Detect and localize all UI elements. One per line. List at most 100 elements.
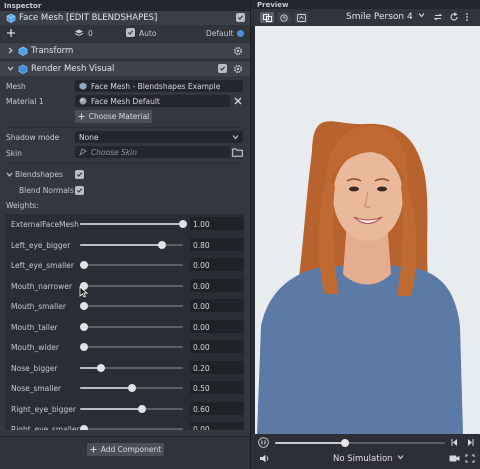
reset-icon[interactable]: [449, 12, 459, 22]
speaker-icon[interactable]: [259, 454, 270, 463]
weight-value-field[interactable]: 1.00: [190, 217, 244, 230]
weight-slider-knob[interactable]: [80, 322, 88, 331]
weight-slider[interactable]: [80, 261, 183, 269]
weight-slider[interactable]: [80, 220, 187, 228]
clock-icon[interactable]: [277, 12, 291, 23]
weight-value-field[interactable]: 0.80: [190, 237, 244, 251]
weight-slider-knob[interactable]: [80, 302, 88, 310]
weight-value-field[interactable]: 0.00: [190, 299, 244, 312]
chevron-down-icon: [232, 134, 239, 140]
folder-icon[interactable]: [232, 148, 243, 157]
more-options-icon[interactable]: [465, 12, 469, 22]
blend-normals-checkbox[interactable]: [75, 186, 84, 195]
plus-icon: [78, 113, 85, 120]
divider: [6, 163, 244, 164]
skin-field[interactable]: Choose Skin: [75, 146, 230, 158]
weight-value-field[interactable]: 0.00: [190, 319, 244, 333]
playback-knob[interactable]: [340, 439, 349, 447]
auto-checkbox[interactable]: [126, 28, 135, 37]
chevron-down-icon[interactable]: [6, 171, 13, 178]
weight-slider-knob[interactable]: [80, 343, 88, 351]
add-component-button[interactable]: Add Component: [87, 443, 164, 456]
weight-slider[interactable]: [80, 425, 183, 430]
close-icon[interactable]: [234, 97, 242, 105]
blendshapes-checkbox[interactable]: [75, 170, 84, 179]
material-label: Material 1: [6, 97, 44, 106]
swap-icon[interactable]: [433, 12, 443, 22]
weight-slider[interactable]: [80, 363, 183, 372]
camera-icon[interactable]: [449, 454, 460, 463]
weight-name: Right_eye_bigger: [11, 404, 76, 414]
default-indicator-dot[interactable]: [237, 30, 244, 37]
object-row: Face Mesh [EDIT BLENDSHAPES]: [0, 11, 250, 25]
weight-slider[interactable]: [80, 281, 183, 290]
weight-value-field[interactable]: 0.00: [190, 422, 244, 430]
weight-slider-knob[interactable]: [80, 261, 88, 269]
weight-name: Mouth_taller: [11, 322, 58, 332]
inspector-toolbar: 0 Auto Default: [0, 25, 250, 41]
plus-icon[interactable]: [6, 28, 16, 38]
object-name[interactable]: Face Mesh [EDIT BLENDSHAPES]: [19, 13, 157, 23]
material-field[interactable]: Face Mesh Default: [75, 95, 230, 107]
person-select[interactable]: Smile Person 4: [346, 12, 425, 22]
cube-icon: [6, 13, 16, 23]
mesh-field[interactable]: Face Mesh - Blendshapes Example: [75, 80, 243, 92]
pause-icon[interactable]: [258, 437, 269, 448]
render-mesh-section-header[interactable]: Render Mesh Visual: [0, 60, 250, 76]
inspector-title: Inspector: [0, 0, 250, 11]
fullscreen-icon[interactable]: [465, 454, 475, 463]
preview-panel: Preview Smile Person 4 No Simulation: [250, 0, 480, 469]
transform-icon: [18, 46, 28, 56]
device-icon[interactable]: [294, 12, 308, 23]
weight-slider-knob[interactable]: [96, 363, 105, 372]
shadow-mode-select[interactable]: None: [75, 131, 243, 143]
weight-slider[interactable]: [80, 240, 183, 249]
weight-slider-knob[interactable]: [137, 404, 146, 413]
preview-mode-icon[interactable]: [260, 12, 274, 23]
weight-row: Nose_bigger 0.20: [5, 358, 244, 379]
weight-slider[interactable]: [80, 322, 183, 331]
chevron-down-icon: [397, 454, 404, 460]
weight-slider-fill: [80, 407, 142, 410]
step-back-icon[interactable]: [450, 438, 460, 447]
weight-name: Nose_bigger: [11, 363, 58, 373]
weight-value-field[interactable]: 0.00: [190, 258, 244, 271]
gear-icon[interactable]: [233, 46, 243, 56]
weight-slider-knob[interactable]: [179, 220, 187, 228]
weight-slider[interactable]: [80, 404, 183, 413]
default-label: Default: [206, 29, 234, 38]
chevron-down-icon[interactable]: [7, 65, 14, 72]
choose-material-button[interactable]: Choose Material: [75, 110, 152, 123]
weight-value-field[interactable]: 0.50: [190, 381, 244, 394]
preview-viewport[interactable]: [255, 26, 480, 434]
weight-slider[interactable]: [80, 343, 183, 351]
preview-title: Preview: [251, 0, 480, 9]
transform-section-header[interactable]: Transform: [0, 42, 250, 58]
blendshapes-label: Blendshapes: [15, 170, 63, 179]
chevron-down-icon: [418, 12, 425, 18]
material-value: Face Mesh Default: [91, 97, 160, 106]
step-forward-icon[interactable]: [465, 438, 475, 447]
weight-row: Mouth_wider 0.00: [5, 337, 244, 358]
weight-slider-knob[interactable]: [158, 240, 167, 249]
weight-value-field[interactable]: 0.60: [190, 401, 244, 415]
weight-slider[interactable]: [80, 384, 183, 392]
weight-slider-knob[interactable]: [80, 425, 88, 430]
preview-toolbar: Smile Person 4: [251, 9, 480, 26]
weight-slider-knob[interactable]: [127, 384, 136, 392]
chevron-right-icon[interactable]: [7, 47, 14, 54]
mesh-asset-icon: [79, 82, 87, 90]
layers-icon[interactable]: [74, 28, 84, 38]
playback-slider[interactable]: [275, 439, 445, 447]
gear-icon[interactable]: [233, 64, 243, 74]
object-enabled-checkbox[interactable]: [236, 13, 245, 22]
weight-value-field[interactable]: 0.00: [190, 278, 244, 292]
mouse-cursor-icon: [79, 286, 88, 298]
weight-value-field[interactable]: 0.00: [190, 340, 244, 353]
simulation-select[interactable]: No Simulation: [333, 454, 404, 464]
preview-bottom-bar: No Simulation: [251, 434, 480, 469]
weight-slider[interactable]: [80, 302, 183, 310]
render-mesh-enabled-checkbox[interactable]: [218, 64, 227, 73]
weight-name: Mouth_narrower: [11, 281, 72, 291]
weight-value-field[interactable]: 0.20: [190, 360, 244, 374]
